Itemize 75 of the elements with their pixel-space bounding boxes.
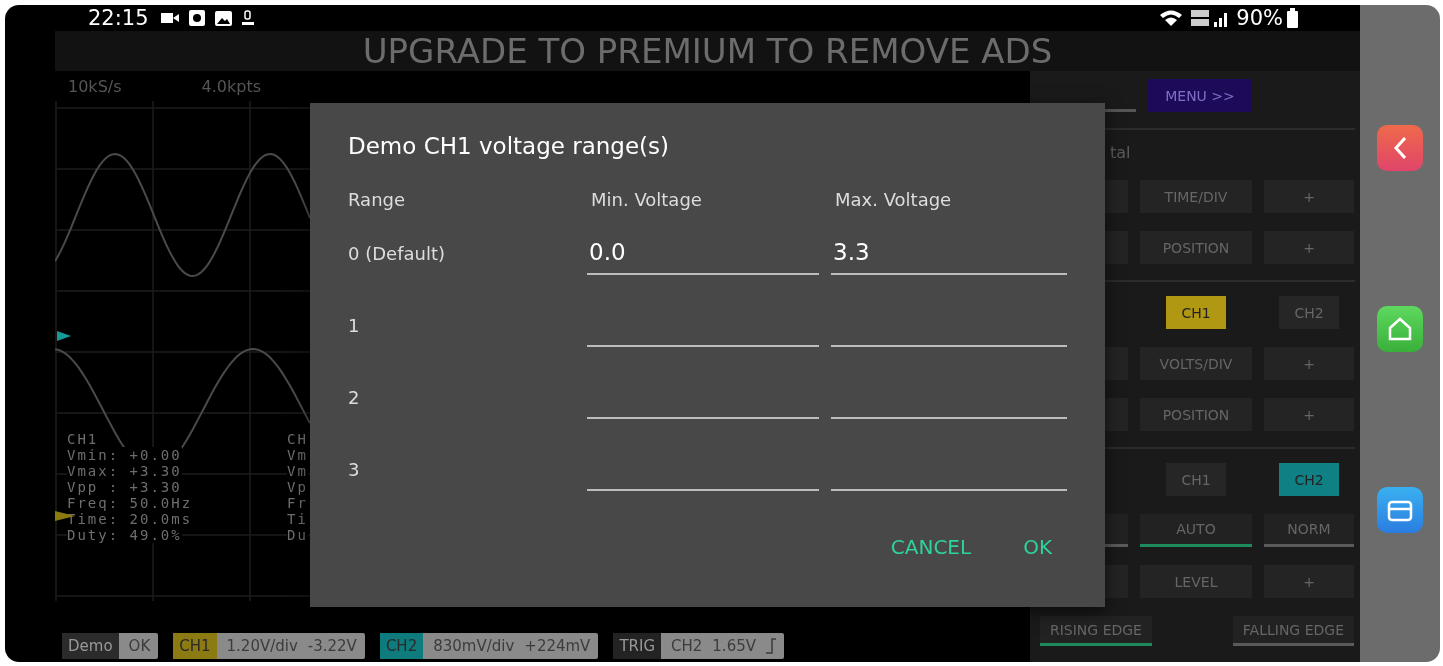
chip-label: CH1 [173, 633, 217, 659]
chip-text: OK [128, 637, 151, 655]
rising-edge-icon [766, 638, 776, 654]
back-icon [1393, 136, 1407, 160]
panel-button[interactable]: + [1264, 398, 1354, 431]
panel-button[interactable]: + [1264, 180, 1354, 213]
measurement-text: Vmin: +0.00 [67, 447, 182, 463]
chip-text: 1.20V/div [226, 637, 298, 655]
ok-button[interactable]: OK [1023, 535, 1052, 559]
range-label: 1 [348, 313, 361, 338]
panel-button[interactable]: + [1264, 565, 1354, 598]
chip-text: 1.65V [712, 637, 756, 655]
measurement-text: Du [287, 527, 308, 543]
chip-text: +224mV [524, 637, 591, 655]
video-camera-icon [160, 12, 179, 24]
column-header: Range [348, 189, 407, 212]
dialog-title: Demo CH1 voltage range(s) [348, 133, 670, 159]
record-length: 4.0kpts [201, 76, 261, 96]
image-icon [214, 10, 232, 26]
max-voltage-field[interactable]: 3.3 [831, 231, 1067, 275]
chip-label: TRIG [613, 633, 662, 659]
channel-button[interactable]: CH2 [1279, 463, 1339, 496]
measurement-text: CH1 [67, 431, 99, 447]
chip-label: CH2 [379, 633, 424, 659]
panel-button[interactable]: + [1264, 347, 1354, 380]
recent-apps-button[interactable] [1377, 487, 1423, 533]
measurement-text: Vpp : +3.30 [67, 479, 182, 495]
mode-tab[interactable]: FALLING EDGE [1232, 616, 1354, 646]
panel-button[interactable]: VOLTS/DIV [1140, 347, 1252, 380]
panel-button[interactable]: LEVEL [1140, 565, 1252, 598]
panel-button[interactable]: + [1264, 231, 1354, 264]
channel-button[interactable]: CH1 [1166, 463, 1226, 496]
range-label: 3 [348, 457, 361, 482]
range-label: 2 [348, 385, 361, 410]
volte-icon [1190, 9, 1211, 27]
trace-marker-icon [57, 331, 71, 341]
section-label: tal [1109, 144, 1132, 162]
column-header: Max. Voltage [834, 189, 953, 212]
mode-tab[interactable]: AUTO [1140, 514, 1252, 547]
measurement-text: Vm [287, 447, 308, 463]
measurement-text: Vm [287, 463, 308, 479]
cancel-button[interactable]: CANCEL [890, 535, 972, 559]
recent-apps-icon [1387, 498, 1413, 522]
sample-rate: 10kS/s [68, 76, 122, 96]
ad-banner-text: UPGRADE TO PREMIUM TO REMOVE ADS [362, 31, 1053, 71]
channel-button[interactable]: CH2 [1279, 296, 1339, 329]
measurement-text: Fr [287, 495, 308, 511]
panel-button[interactable]: POSITION [1140, 398, 1252, 431]
measurement-text: Vp [287, 479, 308, 495]
home-button[interactable] [1377, 306, 1423, 352]
menu-button[interactable]: MENU >> [1148, 79, 1252, 112]
chip-text: 830mV/div [433, 637, 515, 655]
panel-button[interactable]: TIME/DIV [1140, 180, 1252, 213]
range-label: 0 (Default) [348, 241, 446, 266]
app-icon [188, 10, 205, 26]
channel-button[interactable]: CH1 [1166, 296, 1226, 329]
min-voltage-field[interactable]: 0.0 [587, 231, 819, 275]
chip-label: Demo [62, 633, 119, 659]
panel-button[interactable]: POSITION [1140, 231, 1252, 264]
home-icon [1387, 316, 1413, 342]
mode-tab[interactable]: RISING EDGE [1040, 616, 1152, 646]
measurement-text: Ti [287, 511, 308, 527]
column-header: Min. Voltage [590, 189, 703, 212]
measurement-text: CH [287, 431, 308, 447]
measurement-text: Duty: 49.0% [67, 527, 182, 543]
chip-text: CH2 [671, 637, 703, 655]
wifi-icon [1158, 9, 1185, 27]
battery-icon [1287, 8, 1298, 28]
back-button[interactable] [1377, 125, 1423, 171]
measurement-text: Vmax: +3.30 [67, 463, 182, 479]
mode-tab[interactable]: NORM [1264, 514, 1354, 547]
chip-text: -3.22V [307, 637, 357, 655]
clock-time: 22:15 [88, 6, 149, 30]
battery-level: 90% [1236, 6, 1283, 30]
data-speed-icon [241, 9, 254, 27]
